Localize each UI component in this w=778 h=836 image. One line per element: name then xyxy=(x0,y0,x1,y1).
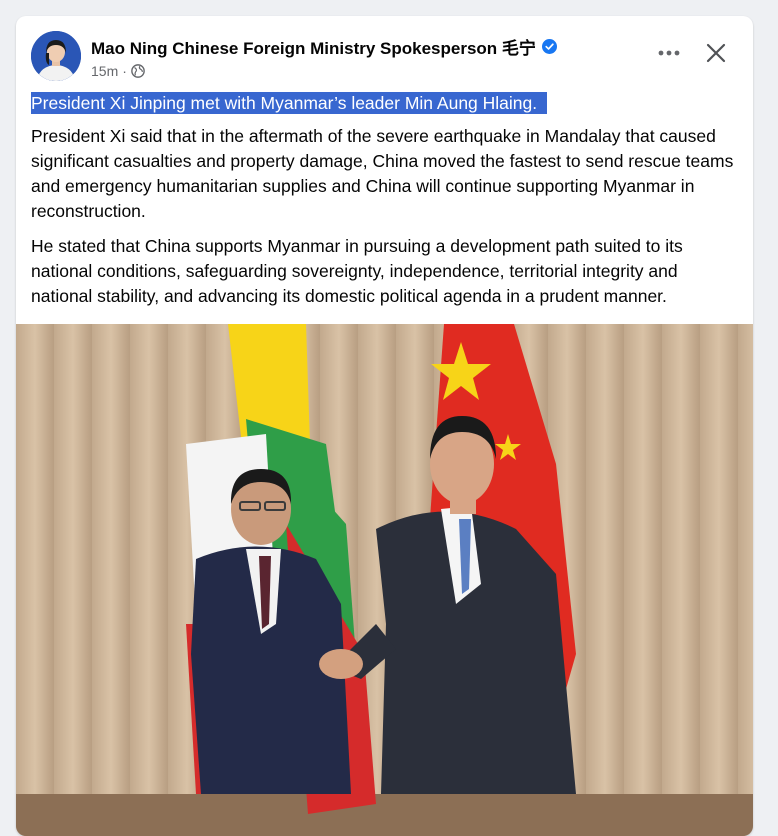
post-timestamp[interactable]: 15m xyxy=(91,63,118,79)
close-button[interactable] xyxy=(699,36,733,70)
close-icon xyxy=(706,43,726,63)
handshake xyxy=(319,649,363,679)
verified-badge-icon xyxy=(541,39,557,54)
globe-icon[interactable] xyxy=(131,64,145,78)
author-name-text[interactable]: Mao Ning Chinese Foreign Ministry Spokes… xyxy=(91,34,536,59)
post-paragraph-2: He stated that China supports Myanmar in… xyxy=(31,236,683,306)
author-name[interactable]: Mao Ning Chinese Foreign Ministry Spokes… xyxy=(91,34,557,59)
post-meta: 15m · xyxy=(91,63,145,79)
author-avatar[interactable] xyxy=(31,31,81,81)
post-photo[interactable] xyxy=(16,324,753,836)
more-options-button[interactable] xyxy=(651,38,687,68)
post-headline: President Xi Jinping met with Myanmar’s … xyxy=(31,92,548,114)
post-header: Mao Ning Chinese Foreign Ministry Spokes… xyxy=(16,16,753,86)
headline-line: President Xi Jinping met with Myanmar’s … xyxy=(31,91,741,116)
more-horizontal-icon xyxy=(658,50,680,56)
post-paragraph-1: President Xi said that in the aftermath … xyxy=(31,126,734,221)
meta-separator: · xyxy=(122,63,127,79)
post-card: Mao Ning Chinese Foreign Ministry Spokes… xyxy=(16,16,753,836)
post-text: President Xi Jinping met with Myanmar’s … xyxy=(31,91,741,309)
